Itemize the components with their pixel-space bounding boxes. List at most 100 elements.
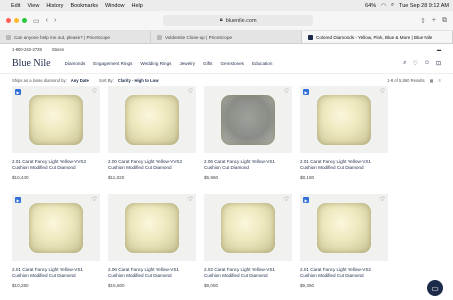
nav-diamonds[interactable]: Diamonds [65, 61, 86, 66]
product-title[interactable]: 2.01 Carat Fancy Light Yellow-VVS2 Cushi… [12, 159, 100, 171]
account-icon[interactable]: ☺ [424, 60, 430, 67]
tab-favicon [157, 34, 162, 40]
heart-icon[interactable]: ♡ [188, 88, 193, 95]
product-card[interactable]: ♡ 2.06 Carat Fancy Light Yellow-VS1 Cush… [108, 194, 196, 297]
menu-view[interactable]: View [27, 3, 39, 9]
product-image[interactable]: ▶ ♡ [300, 194, 388, 261]
tab-overview-icon[interactable]: ⧉ [442, 17, 447, 25]
video-badge-icon: ▶ [15, 197, 21, 203]
heart-icon[interactable]: ♡ [92, 196, 97, 203]
close-window-icon[interactable] [6, 18, 11, 23]
video-badge-icon: ▶ [303, 197, 309, 203]
grid-view-icon[interactable]: ▦ [430, 78, 434, 83]
tab-label: Can anyone help me out, please? | PriceS… [14, 34, 110, 40]
product-price: $8,050 [204, 283, 219, 288]
stores-link[interactable]: Stores [52, 47, 64, 52]
nav-gemstones[interactable]: Gemstones [220, 61, 244, 66]
search-icon[interactable]: ⌕ [391, 2, 394, 9]
product-title[interactable]: 2.01 Carat Fancy Light Yellow-VS1 Cushio… [300, 159, 388, 171]
product-card[interactable]: ▶ ♡ 2.01 Carat Fancy Light Yellow-VS1 Cu… [300, 86, 388, 189]
heart-icon[interactable]: ♡ [380, 88, 385, 95]
phone-link[interactable]: 1-800-242-2728 [12, 47, 42, 52]
heart-icon[interactable]: ♡ [284, 88, 289, 95]
product-title[interactable]: 2.02 Carat Fancy Light Yellow-VS1 Cushio… [204, 267, 292, 279]
sidebar-icon[interactable]: ▭ [33, 17, 40, 25]
nav-wedding-rings[interactable]: Wedding Rings [140, 61, 171, 66]
zoom-window-icon[interactable] [22, 18, 27, 23]
results-count: 1-8 of 5,860 Results [387, 78, 425, 83]
menu-bookmarks[interactable]: Bookmarks [70, 3, 98, 9]
menu-help[interactable]: Help [132, 3, 143, 9]
product-title[interactable]: 2.01 Carat Fancy Light Yellow-VS1 Cushio… [12, 267, 100, 279]
back-icon[interactable]: ‹ [46, 17, 48, 24]
diamond-photo [29, 202, 83, 253]
site-logo[interactable]: Blue Nile [12, 58, 51, 69]
product-price: $5,960 [204, 175, 219, 180]
clock[interactable]: Tue Sep 28 9:12 AM [399, 3, 449, 9]
product-image[interactable]: ▶ ♡ [12, 194, 100, 261]
tab-pricescope-help[interactable]: Can anyone help me out, please? | PriceS… [0, 31, 151, 43]
menu-edit[interactable]: Edit [11, 3, 20, 9]
new-tab-icon[interactable]: + [432, 17, 436, 24]
lock-icon: 🔒︎ [219, 17, 223, 23]
flag-icon[interactable]: ▬ [437, 47, 441, 52]
menu-history[interactable]: History [46, 3, 63, 9]
heart-icon[interactable]: ♡ [92, 88, 97, 95]
tab-pricescope-closeup[interactable]: Voldemite Close-up | PriceScope [151, 31, 302, 43]
ships-label: Ships as a loose diamond by: [12, 78, 67, 83]
menu-window[interactable]: Window [105, 3, 125, 9]
product-price: $9,350 [300, 283, 315, 288]
product-image[interactable]: ♡ [108, 86, 196, 153]
cart-icon[interactable]: ⊡ [436, 60, 441, 67]
search-icon[interactable]: ⌕ [403, 60, 406, 67]
diamond-photo [29, 94, 83, 145]
tab-bar: Can anyone help me out, please? | PriceS… [0, 31, 453, 44]
share-icon[interactable]: ⇧ [420, 17, 426, 25]
product-card[interactable]: ▶ ♡ 2.01 Carat Fancy Light Yellow-VVS2 C… [12, 86, 100, 189]
minimize-window-icon[interactable] [14, 18, 19, 23]
address-bar[interactable]: 🔒︎ bluenile.com [163, 15, 314, 26]
product-title[interactable]: 2.06 Carat Fancy Light Yellow-VS1 Cushio… [204, 159, 292, 171]
sort-select[interactable]: Clarity - High to Low [118, 78, 159, 83]
diamond-photo [125, 94, 179, 145]
product-card[interactable]: ♡ 2.00 Carat Fancy Light Yellow-VVS2 Cus… [108, 86, 196, 189]
product-grid: ▶ ♡ 2.01 Carat Fancy Light Yellow-VVS2 C… [12, 86, 388, 297]
nav-gifts[interactable]: Gifts [203, 61, 212, 66]
product-card[interactable]: ♡ 2.06 Carat Fancy Light Yellow-VS1 Cush… [204, 86, 292, 189]
heart-icon[interactable]: ♡ [412, 60, 417, 67]
forward-icon[interactable]: › [54, 17, 56, 24]
product-price: $10,440 [12, 175, 29, 180]
list-view-icon[interactable]: ≡ [439, 78, 441, 83]
results-area: 1-8 of 5,860 Results ▦ ≡ [387, 78, 441, 83]
nav-icons: ⌕ ♡ ☺ ⊡ [403, 60, 441, 67]
product-card[interactable]: ▶ ♡ 2.01 Carat Fancy Light Yellow-VS1 Cu… [12, 194, 100, 297]
product-price: $11,020 [108, 175, 125, 180]
product-title[interactable]: 2.01 Carat Fancy Light Yellow-VS2 Cushio… [300, 267, 388, 279]
nav-engagement-rings[interactable]: Engagement Rings [93, 61, 132, 66]
nav-education[interactable]: Education [252, 61, 272, 66]
wifi-icon[interactable]: ◠ [381, 3, 386, 9]
chat-icon[interactable]: ▭ [427, 280, 443, 296]
product-image[interactable]: ♡ [204, 86, 292, 153]
video-badge-icon: ▶ [303, 89, 309, 95]
heart-icon[interactable]: ♡ [188, 196, 193, 203]
battery-label[interactable]: 64% [365, 3, 376, 9]
tab-bluenile[interactable]: Colored Diamonds - Yellow, Pink, Blue & … [302, 31, 453, 43]
video-badge-icon: ▶ [15, 89, 21, 95]
product-title[interactable]: 2.06 Carat Fancy Light Yellow-VS1 Cushio… [108, 267, 196, 279]
product-image[interactable]: ♡ [108, 194, 196, 261]
heart-icon[interactable]: ♡ [380, 196, 385, 203]
heart-icon[interactable]: ♡ [284, 196, 289, 203]
product-image[interactable]: ▶ ♡ [300, 86, 388, 153]
menu-bar: Edit View History Bookmarks Window Help … [0, 0, 453, 11]
tab-favicon [308, 34, 313, 40]
product-card[interactable]: ▶ ♡ 2.01 Carat Fancy Light Yellow-VS2 Cu… [300, 194, 388, 297]
ships-date-select[interactable]: Any Date [71, 78, 89, 83]
product-image[interactable]: ♡ [204, 194, 292, 261]
product-title[interactable]: 2.00 Carat Fancy Light Yellow-VVS2 Cushi… [108, 159, 196, 171]
product-image[interactable]: ▶ ♡ [12, 86, 100, 153]
site-utility-bar: 1-800-242-2728 Stores ▬ [0, 44, 453, 54]
product-price: $15,600 [108, 283, 125, 288]
nav-jewelry[interactable]: Jewelry [179, 61, 195, 66]
product-card[interactable]: ♡ 2.02 Carat Fancy Light Yellow-VS1 Cush… [204, 194, 292, 297]
